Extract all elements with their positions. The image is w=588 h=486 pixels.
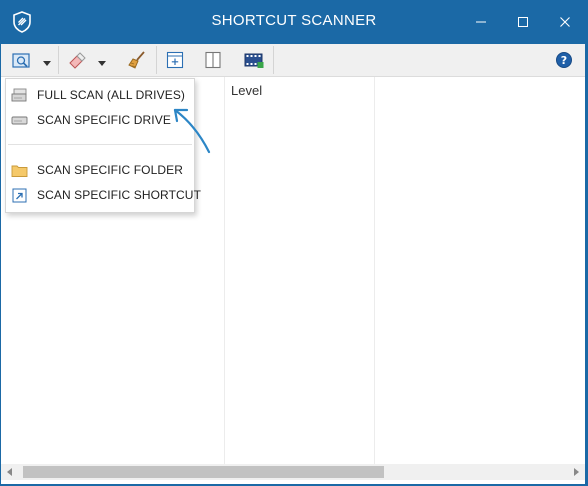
menu-item-label: SCAN SPECIFIC DRIVE xyxy=(37,113,171,127)
minimize-button[interactable] xyxy=(458,0,504,44)
eraser-icon xyxy=(69,52,86,69)
toolbar: ? xyxy=(1,44,585,77)
horizontal-scrollbar[interactable] xyxy=(1,464,585,480)
drive-icon xyxy=(11,116,28,125)
close-icon xyxy=(560,17,570,27)
menu-item-label: SCAN SPECIFIC FOLDER xyxy=(37,163,184,177)
cleanup-button[interactable] xyxy=(125,48,149,72)
scrollbar-thumb[interactable] xyxy=(23,466,384,478)
title-bar[interactable]: SHORTCUT SCANNER xyxy=(0,0,588,44)
column-header-level[interactable]: Level xyxy=(231,83,262,98)
export-icon xyxy=(244,53,264,68)
menu-item-scan-shortcut[interactable]: SCAN SPECIFIC SHORTCUT xyxy=(6,184,201,208)
expand-all-button[interactable] xyxy=(163,48,187,72)
svg-text:?: ? xyxy=(561,54,567,67)
columns-icon xyxy=(205,51,221,69)
scroll-left-icon[interactable] xyxy=(7,468,12,476)
menu-item-scan-folder[interactable]: SCAN SPECIFIC FOLDER xyxy=(6,159,194,183)
folder-icon xyxy=(11,165,28,177)
toolbar-separator xyxy=(156,46,157,74)
close-button[interactable] xyxy=(542,0,588,44)
client-area: ? Level FULL SCAN (ALL DRIVES) SCAN SPEC… xyxy=(1,44,585,484)
maximize-icon xyxy=(518,17,528,27)
scan-icon xyxy=(12,53,30,68)
clean-dropdown-caret-icon[interactable] xyxy=(98,61,106,66)
scan-button[interactable] xyxy=(10,48,54,72)
menu-item-label: SCAN SPECIFIC SHORTCUT xyxy=(37,188,201,202)
minimize-icon xyxy=(476,21,486,23)
expand-icon xyxy=(166,51,184,69)
scroll-right-icon[interactable] xyxy=(574,468,579,476)
clean-button[interactable] xyxy=(65,48,109,72)
app-window: SHORTCUT SCANNER ? Level FULL SCAN (ALL … xyxy=(0,0,588,486)
help-button[interactable]: ? xyxy=(552,48,576,72)
export-button[interactable] xyxy=(242,48,266,72)
toolbar-separator xyxy=(58,46,59,74)
columns-button[interactable] xyxy=(201,48,225,72)
column-divider xyxy=(224,77,225,464)
annotation-arrow-icon xyxy=(173,108,211,154)
help-icon: ? xyxy=(556,52,572,68)
maximize-button[interactable] xyxy=(500,0,546,44)
drives-icon xyxy=(11,88,27,102)
shortcut-icon xyxy=(12,188,27,203)
toolbar-separator xyxy=(273,46,274,74)
menu-item-label: FULL SCAN (ALL DRIVES) xyxy=(37,88,186,102)
scan-dropdown-caret-icon[interactable] xyxy=(43,61,51,66)
broom-icon xyxy=(128,51,145,69)
column-divider xyxy=(374,77,375,464)
